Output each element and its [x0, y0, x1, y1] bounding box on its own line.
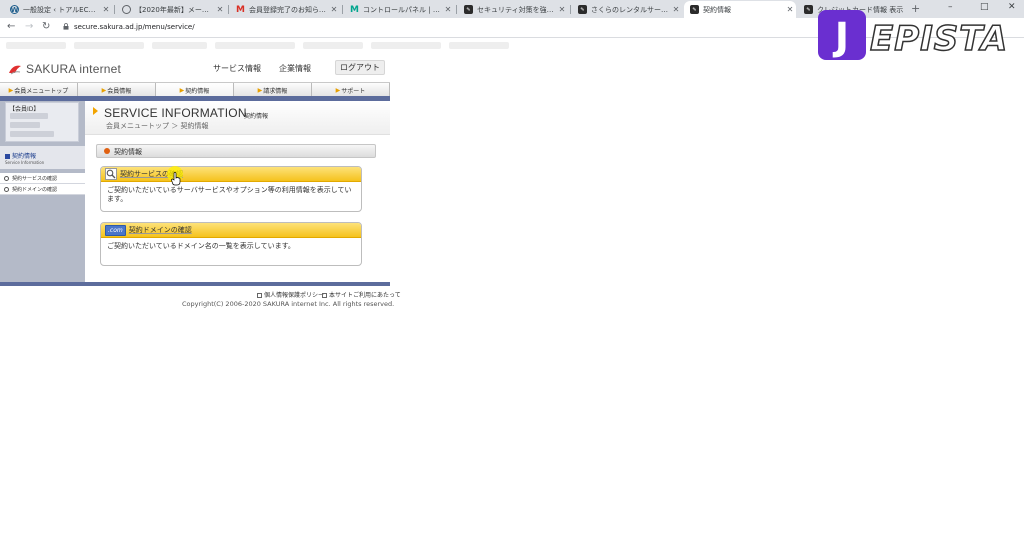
gnav-member-info[interactable]: ▶ 会員情報 [78, 83, 156, 97]
bookmark-item[interactable] [303, 42, 363, 49]
browser-tab[interactable]: W 一般設定 ‹ トアルECサイト — ✕ [4, 1, 112, 18]
arrow-icon: ▶ [101, 86, 107, 94]
redacted-text [10, 122, 40, 128]
browser-tab[interactable]: M コントロールパネル | ムームードメ ✕ [344, 1, 454, 18]
tab-close-icon[interactable]: ✕ [214, 5, 226, 14]
page-subtitle: 契約情報 [244, 113, 269, 120]
square-icon [5, 154, 10, 159]
company-info-link[interactable]: 企業情報 [279, 63, 311, 74]
forward-icon[interactable]: → [25, 21, 33, 32]
wordpress-icon: W [10, 5, 19, 14]
member-id-label: 【会員ID】 [9, 106, 40, 113]
redacted-text [10, 113, 48, 119]
sidebar: 【会員ID】 契約情報 Service Information 契約サービスの確… [0, 101, 85, 282]
bookmark-item[interactable] [152, 42, 207, 49]
service-check-card: 契約サービスの確認 ご契約いただいているサーバサービスやオプション等の利用情報を… [100, 166, 362, 212]
gnav-contract-info[interactable]: ▶ 契約情報 [156, 83, 234, 97]
bookmark-item[interactable] [371, 42, 441, 49]
tab-separator [114, 5, 115, 14]
back-icon[interactable]: ← [7, 21, 15, 32]
bookmark-item[interactable] [74, 42, 144, 49]
jepista-icon: ✎ [690, 5, 699, 14]
terms-link[interactable]: 本サイトご利用にあたって [322, 290, 401, 299]
hand-cursor-icon [171, 172, 181, 186]
tab-close-icon[interactable]: ✕ [100, 5, 112, 14]
bullet-icon [4, 175, 9, 181]
globe-icon [122, 5, 131, 14]
sakura-flower-icon [9, 65, 21, 75]
domain-check-card: .com 契約ドメインの確認 ご契約いただいているドメイン名の一覧を表示していま… [100, 222, 362, 266]
global-nav: ▶ 会員メニュートップ ▶ 会員情報 ▶ 契約情報 ▶ 請求情報 ▶ サポート [0, 82, 390, 97]
sakura-logo-text: SAKURA internet [26, 62, 122, 76]
sidebar-item-service-check[interactable]: 契約サービスの確認 [0, 173, 85, 184]
section-header-bar: 契約情報 [96, 144, 376, 158]
svg-text:J: J [832, 15, 849, 59]
tab-separator [570, 5, 571, 14]
arrow-icon: ▶ [335, 86, 341, 94]
gmail-icon: M [236, 4, 245, 15]
sakura-logo[interactable]: SAKURA internet [8, 62, 121, 76]
jepista-watermark-logo: J EPISTA [818, 10, 1008, 60]
copyright-text: Copyright(C) 2006-2020 SAKURA internet I… [182, 300, 395, 308]
reload-icon[interactable]: ↻ [42, 21, 50, 32]
bullet-icon [4, 186, 9, 192]
domain-check-link[interactable]: 契約ドメインの確認 [129, 225, 192, 235]
browser-tab-active[interactable]: ✎ 契約情報 ✕ [684, 1, 796, 18]
arrow-icon: ▶ [179, 86, 185, 94]
privacy-policy-link[interactable]: 個人情報保護ポリシー [257, 290, 324, 299]
service-info-link[interactable]: サービス情報 [213, 63, 261, 74]
tab-close-icon[interactable]: ✕ [442, 5, 454, 14]
card-description: ご契約いただいているサーバサービスやオプション等の利用情報を表示しています。 [107, 186, 352, 203]
page-title: SERVICE INFORMATION [104, 106, 247, 120]
tab-close-icon[interactable]: ✕ [328, 5, 340, 14]
bookmark-item[interactable] [215, 42, 295, 49]
footer-bar [0, 282, 390, 286]
breadcrumb: 会員メニュートップ ＞ 契約情報 [106, 122, 209, 130]
tab-close-icon[interactable]: ✕ [784, 5, 796, 14]
sidebar-section-header: 契約情報 Service Information [0, 146, 85, 169]
gnav-billing-info[interactable]: ▶ 請求情報 [234, 83, 312, 97]
jepista-icon: ✎ [464, 5, 473, 14]
arrow-icon: ▶ [257, 86, 263, 94]
browser-tab[interactable]: ✎ さくらのレンタルサーバ お申し込 ✕ [572, 1, 682, 18]
url-field[interactable]: secure.sakura.ad.jp/menu/service/ [74, 23, 195, 31]
jepista-icon: ✎ [578, 5, 587, 14]
tab-close-icon[interactable]: ✕ [556, 5, 568, 14]
jepista-icon: ✎ [804, 5, 813, 14]
browser-tab[interactable]: 【2020年最新】メール専用のし ✕ [116, 1, 226, 18]
bullet-icon [104, 148, 110, 154]
gnav-support[interactable]: ▶ サポート [312, 83, 390, 97]
magnifier-icon [105, 168, 117, 180]
tab-separator [456, 5, 457, 14]
lock-icon[interactable] [63, 23, 69, 30]
svg-text:EPISTA: EPISTA [870, 19, 1008, 59]
member-id-box: 【会員ID】 [5, 102, 79, 142]
tab-close-icon[interactable]: ✕ [670, 5, 682, 14]
browser-tab[interactable]: ✎ セキュリティ対策を強化したメー ✕ [458, 1, 568, 18]
browser-tab[interactable]: M 会員登録完了のお知らせ [Ry ✕ [230, 1, 340, 18]
logout-button[interactable]: ログアウト [335, 60, 385, 75]
sidebar-item-domain-check[interactable]: 契約ドメインの確認 [0, 184, 85, 195]
muumuu-icon: M [350, 4, 359, 15]
dotcom-icon: .com [105, 224, 126, 236]
main-content: SERVICE INFORMATION 契約情報 会員メニュートップ ＞ 契約情… [85, 101, 390, 282]
page-header: SERVICE INFORMATION 契約情報 会員メニュートップ ＞ 契約情… [85, 101, 390, 135]
tab-separator [228, 5, 229, 14]
link-box-icon [322, 293, 327, 298]
tab-separator [342, 5, 343, 14]
gnav-member-top[interactable]: ▶ 会員メニュートップ [0, 83, 78, 97]
triangle-icon [93, 107, 98, 115]
arrow-icon: ▶ [8, 86, 14, 94]
bookmark-item[interactable] [6, 42, 66, 49]
link-box-icon [257, 293, 262, 298]
card-description: ご契約いただいているドメイン名の一覧を表示しています。 [107, 242, 295, 250]
bookmark-item[interactable] [449, 42, 509, 49]
redacted-text [10, 131, 54, 137]
